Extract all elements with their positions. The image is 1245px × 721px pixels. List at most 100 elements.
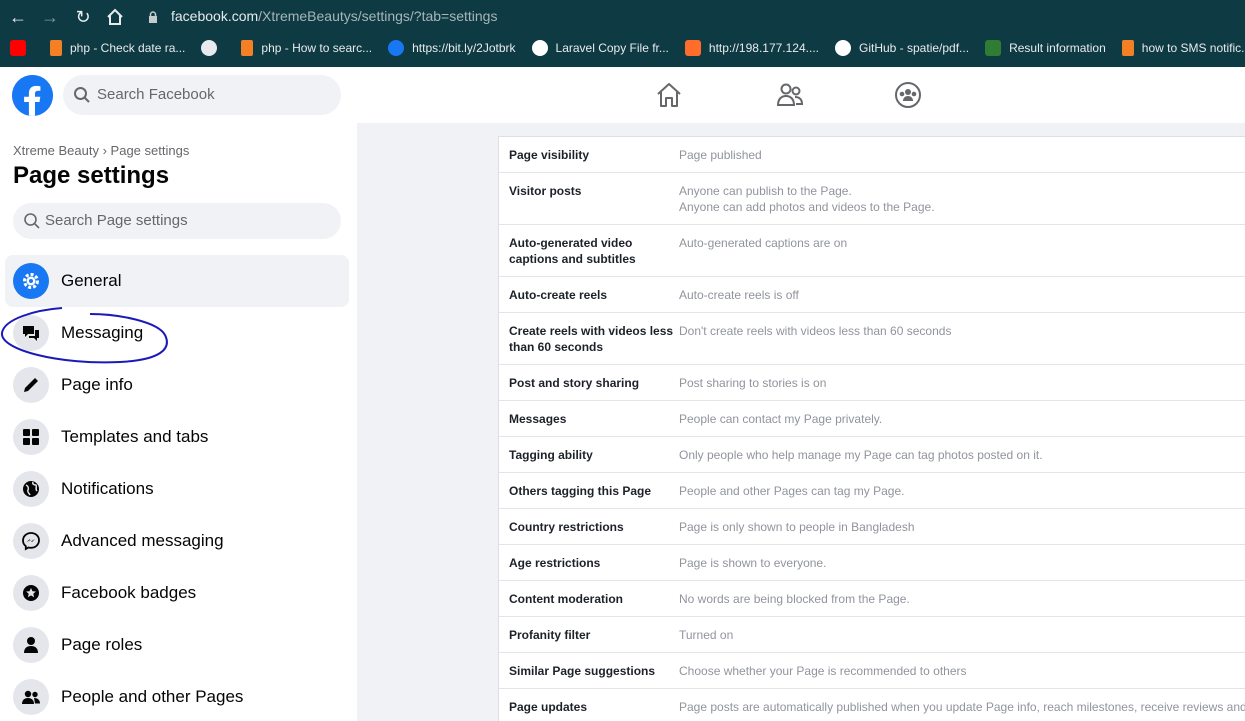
- url-path: /XtremeBeautys/settings/?tab=settings: [258, 8, 498, 24]
- setting-value: Anyone can publish to the Page. Anyone c…: [679, 183, 935, 215]
- sidebar-item-label: Page info: [61, 375, 133, 394]
- settings-row[interactable]: Content moderation No words are being bl…: [499, 581, 1245, 617]
- bookmark[interactable]: https://bit.ly/2Jotbrk: [388, 40, 516, 56]
- setting-value-line: Anyone can add photos and videos to the …: [679, 200, 935, 214]
- bookmark[interactable]: GitHub - spatie/pdf...: [835, 40, 969, 56]
- reload-icon[interactable]: ↻: [72, 6, 94, 28]
- sidebar-item-label: General: [61, 271, 122, 290]
- bookmark[interactable]: http://198.177.124....: [684, 40, 819, 56]
- bookmark[interactable]: Result information: [985, 40, 1106, 56]
- setting-value: Turned on: [679, 628, 734, 642]
- forward-arrow-icon[interactable]: →: [39, 6, 61, 28]
- stackoverflow-icon: [50, 40, 62, 56]
- bookmark-label: how to SMS notific...: [1141, 41, 1245, 55]
- home-icon[interactable]: [104, 6, 126, 28]
- sidebar-item-page-roles[interactable]: Page roles: [5, 619, 349, 671]
- facebook-search-input[interactable]: Search Facebook: [63, 75, 341, 115]
- settings-row[interactable]: Page visibility Page published: [499, 137, 1245, 173]
- youtube-icon: [10, 40, 26, 56]
- sidebar-item-badges[interactable]: Facebook badges: [5, 567, 349, 619]
- bookmark[interactable]: how to SMS notific...: [1121, 40, 1245, 56]
- pencil-icon: [13, 367, 49, 403]
- search-icon: [74, 87, 90, 103]
- sidebar-item-label: Page roles: [61, 635, 143, 654]
- grid-icon: [13, 419, 49, 455]
- stackoverflow-icon: [241, 40, 254, 56]
- breadcrumb[interactable]: Xtreme Beauty › Page settings: [13, 143, 189, 158]
- sidebar-item-label: Advanced messaging: [61, 531, 224, 550]
- settings-row[interactable]: Country restrictions Page is only shown …: [499, 509, 1245, 545]
- back-arrow-icon[interactable]: ←: [7, 6, 29, 28]
- search-placeholder: Search Page settings: [45, 212, 188, 229]
- sidebar-item-label: Facebook badges: [61, 583, 197, 602]
- bookmark[interactable]: Laravel Copy File fr...: [531, 40, 669, 56]
- facebook-logo-icon[interactable]: [12, 75, 53, 116]
- globe-icon: [201, 40, 218, 56]
- facebook-header: Search Facebook: [0, 67, 1245, 123]
- settings-row[interactable]: Messages People can contact my Page priv…: [499, 401, 1245, 437]
- setting-name: Profanity filter: [509, 628, 591, 642]
- setting-name: Others tagging this Page: [509, 484, 652, 498]
- bookmark[interactable]: php - How to searc...: [241, 40, 372, 56]
- settings-row[interactable]: Create reels with videos less than 60 se…: [499, 313, 1245, 365]
- sidebar-item-advanced-messaging[interactable]: Advanced messaging: [5, 515, 349, 567]
- bookmark[interactable]: [201, 40, 225, 56]
- setting-name: Auto-generated video captions and subtit…: [509, 236, 636, 266]
- setting-value: Page published: [679, 148, 762, 162]
- bookmark-label: Result information: [1009, 41, 1106, 55]
- sidebar-item-notifications[interactable]: Notifications: [5, 463, 349, 515]
- people-icon: [13, 679, 49, 715]
- friends-nav-icon[interactable]: [776, 81, 804, 109]
- bookmark[interactable]: php - Check date ra...: [50, 40, 185, 56]
- messenger-icon: [13, 523, 49, 559]
- settings-row[interactable]: Auto-create reels Auto-create reels is o…: [499, 277, 1245, 313]
- dev-icon: [531, 40, 548, 56]
- setting-name: Page updates: [509, 700, 588, 714]
- lock-icon: [148, 10, 158, 23]
- page-title: Page settings: [13, 162, 170, 189]
- setting-value: Only people who help manage my Page can …: [679, 448, 1043, 462]
- setting-value: Auto-create reels is off: [679, 288, 799, 302]
- bookmark[interactable]: [10, 40, 34, 56]
- settings-row[interactable]: Similar Page suggestions Choose whether …: [499, 653, 1245, 689]
- globe-icon: [13, 471, 49, 507]
- settings-row[interactable]: Tagging ability Only people who help man…: [499, 437, 1245, 473]
- settings-row[interactable]: Auto-generated video captions and subtit…: [499, 225, 1245, 277]
- settings-search-input[interactable]: Search Page settings: [13, 203, 341, 239]
- settings-sidebar: Xtreme Beauty › Page settings Page setti…: [0, 123, 357, 721]
- sidebar-item-people-and-pages[interactable]: People and other Pages: [5, 671, 349, 721]
- person-icon: [13, 627, 49, 663]
- bookmark-label: https://bit.ly/2Jotbrk: [412, 41, 516, 55]
- bookmarks-bar: php - Check date ra... php - How to sear…: [0, 36, 1245, 60]
- address-bar[interactable]: facebook.com/XtremeBeautys/settings/?tab…: [171, 8, 497, 24]
- search-placeholder: Search Facebook: [97, 86, 215, 103]
- bookmark-label: http://198.177.124....: [708, 41, 819, 55]
- sidebar-item-general[interactable]: General: [5, 255, 349, 307]
- setting-name: Content moderation: [509, 592, 623, 606]
- settings-row[interactable]: Age restrictions Page is shown to everyo…: [499, 545, 1245, 581]
- setting-value: People can contact my Page privately.: [679, 412, 883, 426]
- sidebar-item-messaging[interactable]: Messaging: [5, 307, 349, 359]
- sidebar-item-label: People and other Pages: [61, 687, 244, 706]
- sidebar-item-templates[interactable]: Templates and tabs: [5, 411, 349, 463]
- settings-row[interactable]: Page updates Page posts are automaticall…: [499, 689, 1245, 721]
- stackoverflow-icon: [1121, 40, 1134, 56]
- setting-name: Similar Page suggestions: [509, 664, 656, 678]
- groups-nav-icon[interactable]: [894, 81, 922, 109]
- settings-row[interactable]: Others tagging this Page People and othe…: [499, 473, 1245, 509]
- home-nav-icon[interactable]: [655, 81, 683, 109]
- main-content: Page visibility Page published Visitor p…: [357, 123, 1245, 721]
- setting-value-line: Anyone can publish to the Page.: [679, 184, 852, 198]
- bookmark-label: Laravel Copy File fr...: [555, 41, 669, 55]
- settings-row[interactable]: Post and story sharing Post sharing to s…: [499, 365, 1245, 401]
- settings-row[interactable]: Profanity filter Turned on: [499, 617, 1245, 653]
- setting-value: Don't create reels with videos less than…: [679, 324, 952, 338]
- setting-value: Page posts are automatically published w…: [679, 700, 1245, 714]
- setting-value: People and other Pages can tag my Page.: [679, 484, 905, 498]
- setting-name: Visitor posts: [509, 184, 582, 198]
- setting-name: Post and story sharing: [509, 376, 640, 390]
- setting-name: Page visibility: [509, 148, 590, 162]
- sidebar-item-page-info[interactable]: Page info: [5, 359, 349, 411]
- setting-name: Create reels with videos less than 60 se…: [509, 324, 674, 354]
- settings-row[interactable]: Visitor posts Anyone can publish to the …: [499, 173, 1245, 225]
